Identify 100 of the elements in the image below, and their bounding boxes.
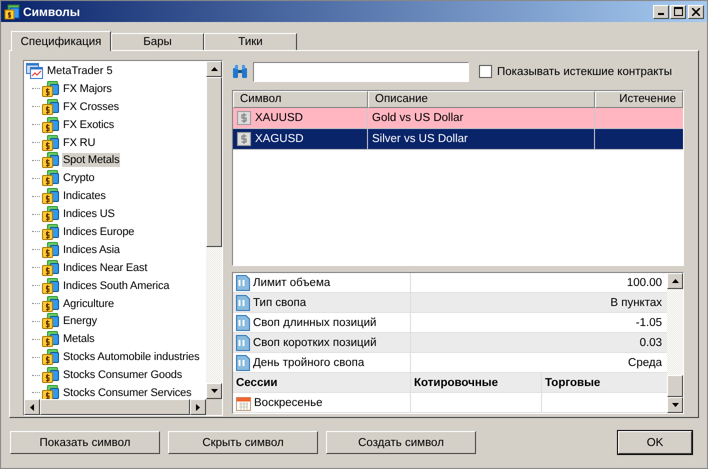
folder-dollar-icon xyxy=(42,80,60,97)
action-button[interactable]: Скрыть символ xyxy=(168,431,318,454)
property-name: Лимит объема xyxy=(253,276,330,288)
folder-dollar-icon xyxy=(4,4,20,20)
column-header: Котировочные xyxy=(414,376,498,388)
table-row[interactable]: XAUUSD Gold vs US Dollar xyxy=(233,108,683,129)
folder-dollar-icon xyxy=(42,278,60,294)
action-button[interactable]: Создать символ xyxy=(326,431,476,454)
property-name: Своп длинных позиций xyxy=(253,316,376,328)
close-icon xyxy=(692,8,700,16)
symbol-name: XAGUSD xyxy=(255,132,304,145)
tab[interactable]: Бары xyxy=(111,33,204,50)
tree-item[interactable]: Energy xyxy=(62,314,98,328)
column-header[interactable]: Истечение xyxy=(595,90,683,108)
window-title: Символы xyxy=(23,4,82,18)
up-arrow-icon xyxy=(672,279,678,283)
maximize-button[interactable] xyxy=(670,4,686,18)
folder-dollar-icon xyxy=(42,116,60,133)
tree-item[interactable]: Stocks Consumer Goods xyxy=(62,368,184,382)
maximize-icon xyxy=(674,7,682,16)
right-arrow-icon xyxy=(196,404,200,410)
property-name: Своп коротких позиций xyxy=(253,336,376,348)
folder-dollar-icon xyxy=(42,134,60,150)
scrollbar-thumb[interactable] xyxy=(667,375,683,397)
down-arrow-icon xyxy=(210,389,218,393)
property-value: 100.00 xyxy=(626,276,662,288)
tree-item[interactable]: Indices Near East xyxy=(62,260,148,275)
folder-dollar-icon xyxy=(42,260,60,276)
column-header: Сессии xyxy=(236,376,278,388)
tab[interactable]: Спецификация xyxy=(11,31,111,51)
binary-file-icon xyxy=(236,274,250,290)
tree-item[interactable]: FX Crosses xyxy=(62,100,120,114)
tree-item[interactable]: Indices US xyxy=(62,207,116,222)
scrollbar-thumb[interactable] xyxy=(40,399,190,415)
tree-item[interactable]: FX Exotics xyxy=(62,118,116,132)
property-value: 0.03 xyxy=(640,336,662,348)
checkbox[interactable] xyxy=(479,65,492,78)
left-arrow-icon xyxy=(30,404,34,410)
table-row[interactable]: XAGUSD Silver vs US Dollar xyxy=(233,128,683,150)
property-name: День тройного свопа xyxy=(253,356,364,368)
checkbox-label[interactable]: Показывать истекшие контракты xyxy=(497,66,672,78)
up-arrow-icon xyxy=(210,67,218,71)
tree-item[interactable]: FX RU xyxy=(62,136,96,150)
column-header: Торговые xyxy=(545,376,600,388)
tree-item[interactable]: Spot Metals xyxy=(62,153,120,168)
tree-item[interactable]: Indicates xyxy=(62,189,107,204)
search-field[interactable] xyxy=(253,62,469,82)
folder-dollar-icon xyxy=(42,170,60,186)
folder-dollar-icon xyxy=(42,224,60,240)
property-name: Тип свопа xyxy=(253,296,306,308)
symbol-name: XAUUSD xyxy=(255,112,303,124)
symbol-description: Gold vs US Dollar xyxy=(372,112,464,124)
property-value: В пунктах xyxy=(610,296,662,308)
calendar-icon xyxy=(236,394,251,410)
binary-file-icon xyxy=(236,314,250,330)
column-header[interactable]: Символ xyxy=(233,90,368,108)
action-button[interactable]: Показать символ xyxy=(10,431,160,454)
tree-item[interactable]: Crypto xyxy=(62,171,96,186)
dollar-icon xyxy=(237,132,251,146)
down-arrow-icon xyxy=(672,403,678,407)
minimize-icon xyxy=(658,13,664,15)
minimize-button[interactable] xyxy=(653,4,669,18)
folder-dollar-icon xyxy=(42,331,60,348)
folder-dollar-icon xyxy=(42,152,60,168)
binoculars-icon xyxy=(232,64,248,80)
folder-dollar-icon xyxy=(42,296,60,312)
binary-file-icon xyxy=(236,334,250,350)
property-value: Среда xyxy=(628,356,662,368)
tree-item[interactable]: Indices Asia xyxy=(62,242,121,257)
folder-dollar-icon xyxy=(42,349,60,366)
property-value: -1.05 xyxy=(636,316,662,328)
chart-window-icon xyxy=(26,62,44,79)
scrollbar-thumb[interactable] xyxy=(206,77,222,247)
symbol-description: Silver vs US Dollar xyxy=(372,132,468,145)
folder-dollar-icon xyxy=(42,242,60,258)
folder-dollar-icon xyxy=(42,313,60,330)
binary-file-icon xyxy=(236,294,250,310)
ok-button[interactable]: OK xyxy=(618,431,692,454)
tree-item[interactable]: Indices South America xyxy=(62,278,170,293)
folder-dollar-icon xyxy=(42,98,60,115)
folder-dollar-icon xyxy=(42,206,60,222)
scrollbar[interactable] xyxy=(206,61,222,399)
tree-item[interactable]: Indices Europe xyxy=(62,224,136,239)
scrollbar[interactable] xyxy=(24,399,222,415)
close-button[interactable] xyxy=(688,4,704,18)
tree-item[interactable]: Stocks Consumer Services xyxy=(62,386,192,399)
folder-dollar-icon xyxy=(42,188,60,204)
tree-item[interactable]: Metals xyxy=(62,332,96,346)
scrollbar-corner xyxy=(206,399,222,415)
binary-file-icon xyxy=(236,354,250,370)
tree-item[interactable]: MetaTrader 5 xyxy=(47,64,113,77)
tree-item[interactable]: FX Majors xyxy=(62,82,113,96)
scrollbar[interactable] xyxy=(667,273,683,413)
column-header[interactable]: Описание xyxy=(368,90,595,108)
tab[interactable]: Тики xyxy=(204,33,297,50)
tree-item[interactable]: Agriculture xyxy=(62,296,115,311)
folder-dollar-icon xyxy=(42,367,60,384)
session-day: Воскресенье xyxy=(254,396,323,408)
dollar-icon xyxy=(237,110,251,125)
tree-item[interactable]: Stocks Automobile industries xyxy=(62,350,200,364)
